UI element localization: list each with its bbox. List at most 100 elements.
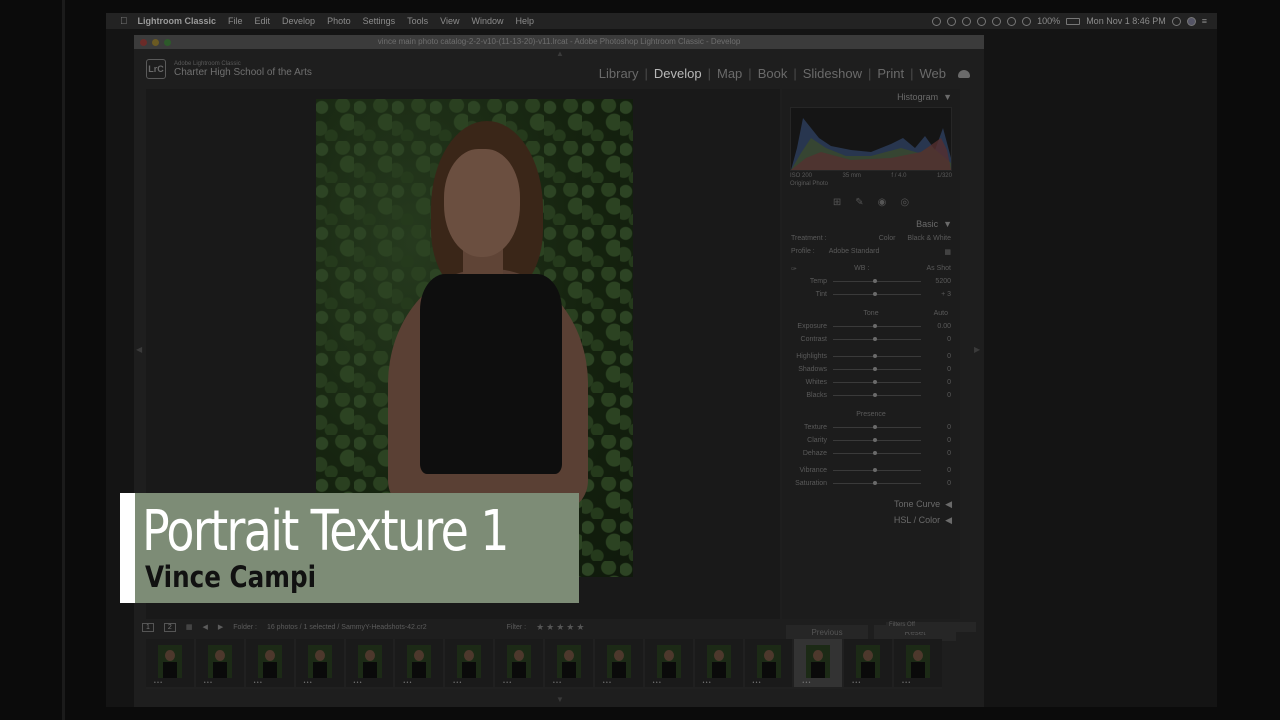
menu-settings[interactable]: Settings xyxy=(363,16,396,26)
wifi-icon[interactable] xyxy=(1022,16,1032,26)
filmstrip-thumbnail[interactable]: • • • xyxy=(345,639,394,687)
status-icon[interactable] xyxy=(1007,16,1017,26)
menu-file[interactable]: File xyxy=(228,16,243,26)
slider-temp[interactable]: Temp 5200 xyxy=(782,275,960,288)
slider-value[interactable]: 0.00 xyxy=(927,323,951,330)
menu-develop[interactable]: Develop xyxy=(282,16,315,26)
window-1-button[interactable]: 1 xyxy=(142,622,154,632)
menu-edit[interactable]: Edit xyxy=(255,16,271,26)
filmstrip-thumbnail[interactable]: • • • xyxy=(395,639,444,687)
brush-icon[interactable]: ✎ xyxy=(855,197,863,208)
module-library[interactable]: Library xyxy=(599,66,639,81)
slider-value[interactable]: 0 xyxy=(927,336,951,343)
eyedropper-icon[interactable]: ✑ xyxy=(791,265,797,273)
filmstrip-thumbnail[interactable]: • • • xyxy=(744,639,793,687)
right-panel-toggle[interactable]: ▶ xyxy=(974,345,980,354)
left-panel-toggle[interactable]: ◀ xyxy=(136,345,142,354)
status-icon[interactable] xyxy=(962,16,972,26)
siri-icon[interactable] xyxy=(1186,16,1196,26)
slider-whites[interactable]: Whites 0 xyxy=(782,376,960,389)
top-panel-toggle[interactable]: ▲ xyxy=(556,49,564,58)
hsl-header[interactable]: HSL / Color xyxy=(894,515,940,525)
module-map[interactable]: Map xyxy=(717,66,742,81)
filmstrip-thumbnail[interactable]: • • • xyxy=(195,639,244,687)
filmstrip-thumbnail[interactable]: • • • xyxy=(794,639,843,687)
slider-clarity[interactable]: Clarity 0 xyxy=(782,434,960,447)
menu-view[interactable]: View xyxy=(440,16,459,26)
slider-contrast[interactable]: Contrast 0 xyxy=(782,333,960,346)
window-2-button[interactable]: 2 xyxy=(163,622,176,632)
filmstrip-thumbnail[interactable]: • • • xyxy=(694,639,743,687)
filmstrip-thumbnail[interactable]: • • • xyxy=(295,639,344,687)
rating-filter[interactable]: ★★★★★ xyxy=(536,622,586,633)
histogram[interactable] xyxy=(790,107,952,171)
slider-exposure[interactable]: Exposure 0.00 xyxy=(782,320,960,333)
slider-blacks[interactable]: Blacks 0 xyxy=(782,389,960,402)
status-icon[interactable] xyxy=(992,16,1002,26)
profile-select[interactable]: Adobe Standard xyxy=(829,248,880,255)
filters-off-select[interactable]: Filters Off xyxy=(886,622,976,632)
tone-curve-header[interactable]: Tone Curve xyxy=(894,499,940,509)
filmstrip-thumbnail[interactable]: • • • xyxy=(844,639,893,687)
slider-value[interactable]: 0 xyxy=(927,450,951,457)
slider-tint[interactable]: Tint + 3 xyxy=(782,288,960,301)
photo-count[interactable]: 16 photos / 1 selected / SammyY-Headshot… xyxy=(267,624,427,631)
menu-help[interactable]: Help xyxy=(516,16,535,26)
search-icon[interactable] xyxy=(1171,16,1181,26)
filmstrip-thumbnail[interactable]: • • • xyxy=(245,639,294,687)
filmstrip-thumbnail[interactable]: • • • xyxy=(445,639,494,687)
module-develop[interactable]: Develop xyxy=(654,66,702,81)
triangle-left-icon[interactable]: ◀ xyxy=(945,515,952,526)
back-arrow-icon[interactable]: ◀ xyxy=(202,623,207,631)
module-slideshow[interactable]: Slideshow xyxy=(803,66,862,81)
control-center-icon[interactable]: ≡ xyxy=(1202,16,1207,26)
slider-highlights[interactable]: Highlights 0 xyxy=(782,350,960,363)
redeye-icon[interactable]: ◉ xyxy=(878,197,887,208)
slider-vibrance[interactable]: Vibrance 0 xyxy=(782,464,960,477)
status-icon[interactable] xyxy=(977,16,987,26)
profile-browser-icon[interactable]: ▦ xyxy=(944,248,951,256)
menu-app-name[interactable]: Lightroom Classic xyxy=(138,16,217,26)
slider-value[interactable]: 5200 xyxy=(927,278,951,285)
menu-tools[interactable]: Tools xyxy=(407,16,428,26)
apple-icon[interactable]:  xyxy=(120,16,128,27)
triangle-down-icon[interactable]: ▼ xyxy=(943,92,952,102)
slider-value[interactable]: 0 xyxy=(927,379,951,386)
slider-value[interactable]: 0 xyxy=(927,424,951,431)
triangle-down-icon[interactable]: ▼ xyxy=(943,219,952,229)
wb-select[interactable]: As Shot xyxy=(926,265,951,272)
filmstrip-thumbnail[interactable]: • • • xyxy=(644,639,693,687)
filmstrip-thumbnail[interactable]: • • • xyxy=(495,639,543,687)
filmstrip-thumbnail[interactable]: • • • xyxy=(146,639,194,687)
cloud-icon[interactable] xyxy=(958,69,970,78)
filmstrip-thumbnail[interactable]: • • • xyxy=(545,639,593,687)
filmstrip-thumbnail[interactable]: • • • xyxy=(894,639,942,687)
filmstrip-thumbnail[interactable]: • • • xyxy=(594,639,643,687)
basic-header[interactable]: Basic xyxy=(916,219,938,229)
battery-icon[interactable] xyxy=(1066,17,1081,25)
slider-saturation[interactable]: Saturation 0 xyxy=(782,477,960,490)
status-icon[interactable] xyxy=(932,16,942,26)
slider-value[interactable]: 0 xyxy=(927,467,951,474)
slider-dehaze[interactable]: Dehaze 0 xyxy=(782,447,960,460)
triangle-left-icon[interactable]: ◀ xyxy=(945,499,952,510)
bottom-panel-toggle[interactable]: ▼ xyxy=(556,695,564,704)
slider-value[interactable]: 0 xyxy=(927,480,951,487)
slider-texture[interactable]: Texture 0 xyxy=(782,421,960,434)
module-web[interactable]: Web xyxy=(920,66,947,81)
treatment-color[interactable]: Color xyxy=(879,235,896,242)
slider-value[interactable]: + 3 xyxy=(927,291,951,298)
module-book[interactable]: Book xyxy=(758,66,788,81)
slider-shadows[interactable]: Shadows 0 xyxy=(782,363,960,376)
auto-button[interactable]: Auto xyxy=(934,310,948,317)
treatment-bw[interactable]: Black & White xyxy=(907,235,951,242)
status-icon[interactable] xyxy=(947,16,957,26)
menu-photo[interactable]: Photo xyxy=(327,16,351,26)
histogram-header[interactable]: Histogram xyxy=(897,92,938,102)
module-print[interactable]: Print xyxy=(877,66,904,81)
slider-value[interactable]: 0 xyxy=(927,366,951,373)
grid-icon[interactable]: ▦ xyxy=(186,623,193,631)
slider-value[interactable]: 0 xyxy=(927,392,951,399)
mask-icon[interactable]: ◎ xyxy=(900,197,909,208)
slider-value[interactable]: 0 xyxy=(927,353,951,360)
